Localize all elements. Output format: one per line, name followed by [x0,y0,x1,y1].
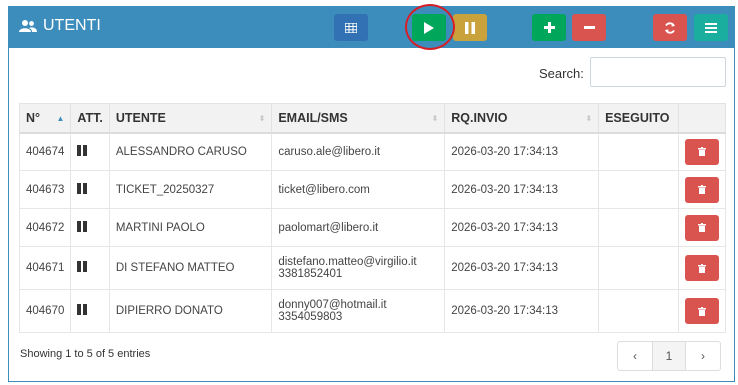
delete-row-button[interactable] [684,255,719,281]
cell-utente: TICKET_20250327 [108,170,273,209]
cell-email-address: donny007@hotmail.it [278,299,387,311]
cell-att [70,170,110,209]
cell-email: ticket@libero.com [271,170,446,209]
delete-row-button[interactable] [684,214,719,241]
cell-actions [677,170,727,209]
pagination-page[interactable]: 1 [652,342,686,370]
sort-icon: ⬍ [431,114,439,123]
pause-icon [77,261,88,273]
cell-rqinvio: 2026-03-20 17:34:13 [444,289,600,333]
table-view-button[interactable] [334,14,368,41]
cell-eseguito [598,170,679,209]
cell-id: 404673 [18,170,72,209]
refresh-icon [665,21,675,34]
pagination: ‹ 1 › [617,341,721,371]
cell-eseguito [598,289,679,333]
cell-email: distefano.matteo@virgilio.it 3381852401 [271,246,446,290]
pagination-next[interactable]: › [686,342,720,370]
cell-actions [677,208,727,247]
table-row[interactable]: 404673 TICKET_20250327 ticket@libero.com… [18,170,727,209]
menu-button[interactable] [694,14,728,41]
cell-eseguito [598,208,679,247]
cell-actions [677,246,727,290]
delete-row-button[interactable] [684,176,719,203]
cell-id: 404672 [18,208,72,247]
play-icon [424,21,434,34]
cell-sms-number: 3354059803 [278,311,343,323]
cell-email-address: distefano.matteo@virgilio.it [278,256,417,268]
delete-row-button[interactable] [684,298,719,324]
col-header-att[interactable]: ATT. [70,103,110,134]
pause-button[interactable] [453,14,487,41]
col-header-utente[interactable]: UTENTE ⬍ [108,103,273,134]
menu-icon [705,22,717,33]
cell-eseguito [598,246,679,290]
col-header-email[interactable]: EMAIL/SMS ⬍ [271,103,446,134]
cell-actions [677,132,727,171]
users-table: N° ▲ ATT. UTENTE ⬍ EMAIL/SMS ⬍ RQ.INVIO … [18,103,727,333]
sort-icon: ⬍ [585,114,593,123]
panel-title: UTENTI [19,17,101,35]
sort-icon: ⬍ [258,114,266,123]
cell-utente: ALESSANDRO CARUSO [108,132,273,171]
pause-icon [77,220,88,232]
pause-icon [77,145,88,157]
refresh-button[interactable] [653,14,687,41]
search-label: Search: [539,66,584,81]
minus-icon [583,26,595,29]
users-icon [19,20,37,32]
table-row[interactable]: 404670 DIPIERRO DONATO donny007@hotmail.… [18,289,727,333]
cell-att [70,246,110,290]
play-button[interactable] [412,14,446,41]
panel-title-text: UTENTI [43,17,101,34]
cell-rqinvio: 2026-03-20 17:34:13 [444,208,600,247]
cell-email: donny007@hotmail.it 3354059803 [271,289,446,333]
search-input[interactable] [590,57,726,87]
cell-actions [677,289,727,333]
trash-icon [697,306,706,316]
sort-asc-icon: ▲ [56,114,65,123]
cell-att [70,289,110,333]
cell-id: 404674 [18,132,72,171]
table-row[interactable]: 404674 ALESSANDRO CARUSO caruso.ale@libe… [18,132,727,171]
table-row[interactable]: 404671 DI STEFANO MATTEO distefano.matte… [18,246,727,290]
trash-icon [697,263,706,273]
cell-utente: DIPIERRO DONATO [108,289,273,333]
trash-icon [697,223,706,232]
col-header-actions [677,103,727,134]
cell-rqinvio: 2026-03-20 17:34:13 [444,246,600,290]
cell-rqinvio: 2026-03-20 17:34:13 [444,170,600,209]
panel-header: UTENTI [9,4,734,50]
col-header-rqinvio[interactable]: RQ.INVIO ⬍ [444,103,600,134]
trash-icon [697,147,706,157]
table-row[interactable]: 404672 MARTINI PAOLO paolomart@libero.it… [18,208,727,247]
delete-row-button[interactable] [684,138,719,165]
remove-button[interactable] [572,14,606,41]
cell-id: 404671 [18,246,72,290]
pagination-prev[interactable]: ‹ [618,342,652,370]
cell-att [70,208,110,247]
cell-email: paolomart@libero.it [271,208,446,247]
table-icon [345,22,357,33]
cell-eseguito [598,132,679,171]
cell-sms-number: 3381852401 [278,268,343,280]
pause-icon [77,304,88,316]
cell-utente: DI STEFANO MATTEO [108,246,273,290]
pause-icon [465,21,475,34]
cell-rqinvio: 2026-03-20 17:34:13 [444,132,600,171]
cell-att [70,132,110,171]
col-header-number[interactable]: N° ▲ [18,103,72,134]
users-panel: UTENTI Search: N° ▲ ATT. UTENTE ⬍ EMAIL/… [8,4,735,382]
col-header-eseguito[interactable]: ESEGUITO [598,103,679,134]
pause-icon [77,182,88,194]
cell-id: 404670 [18,289,72,333]
add-button[interactable] [532,14,566,41]
trash-icon [697,185,706,194]
cell-utente: MARTINI PAOLO [108,208,273,247]
table-info: Showing 1 to 5 of 5 entries [20,348,151,360]
plus-icon [543,22,555,33]
cell-email: caruso.ale@libero.it [271,132,446,171]
